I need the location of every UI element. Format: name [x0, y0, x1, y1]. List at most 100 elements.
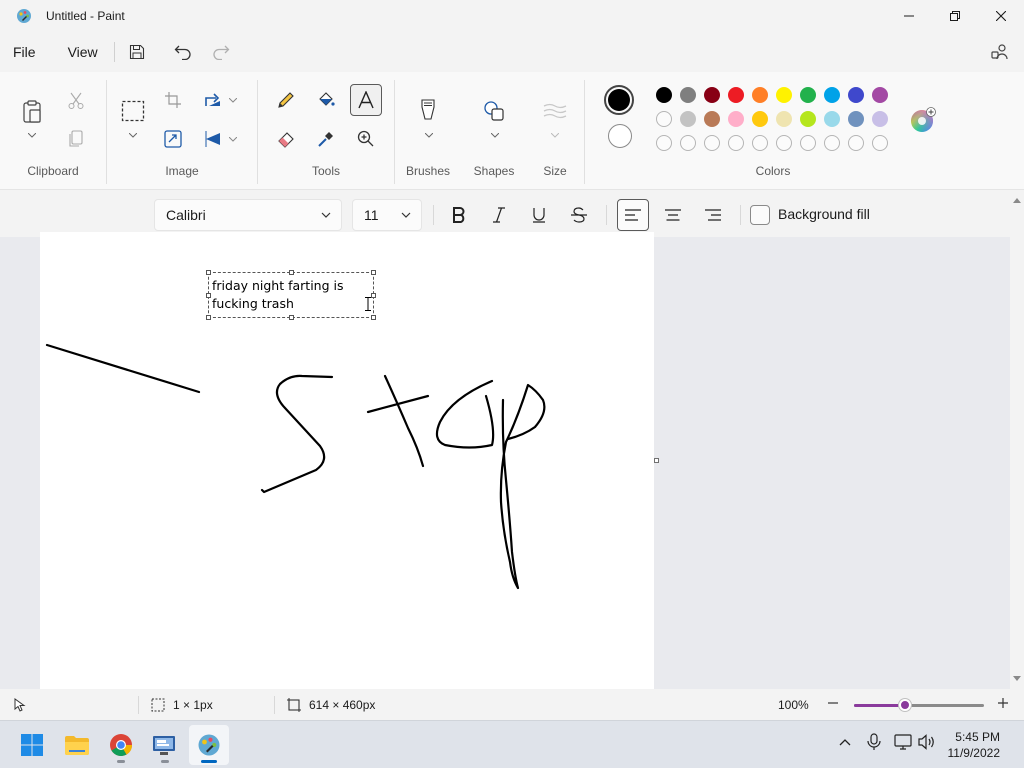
file-menu[interactable]: File [3, 38, 46, 66]
chrome-button[interactable] [101, 725, 141, 765]
clock[interactable]: 5:45 PM 11/9/2022 [948, 729, 1001, 761]
color-swatch[interactable] [680, 87, 696, 103]
save-button[interactable] [121, 36, 153, 68]
color-swatch[interactable] [776, 87, 792, 103]
close-button[interactable] [978, 0, 1024, 32]
color-swatch[interactable] [704, 111, 720, 127]
text-box[interactable]: friday night farting is fucking trash [206, 270, 376, 320]
bold-button[interactable] [443, 199, 475, 231]
zoom-in-button[interactable] [997, 697, 1009, 709]
minimize-button[interactable] [886, 0, 932, 32]
italic-button[interactable] [483, 199, 515, 231]
custom-color-slot[interactable] [728, 135, 744, 151]
text-box-handle[interactable] [371, 293, 376, 298]
scroll-down-icon[interactable] [1013, 675, 1021, 683]
text-box-handle[interactable] [289, 270, 294, 275]
color-swatch[interactable] [656, 87, 672, 103]
font-size-select[interactable]: 11 [352, 199, 422, 231]
select-dropdown[interactable] [128, 130, 138, 140]
align-right-button[interactable] [697, 199, 729, 231]
shapes-dropdown[interactable] [490, 130, 500, 140]
text-box-handle[interactable] [206, 315, 211, 320]
magnifier-button[interactable] [351, 124, 381, 154]
canvas-resize-handle[interactable] [654, 458, 659, 463]
color-swatch[interactable] [824, 87, 840, 103]
brushes-dropdown[interactable] [424, 130, 434, 140]
eraser-button[interactable] [271, 124, 301, 154]
color-swatch[interactable] [848, 87, 864, 103]
color-swatch[interactable] [776, 111, 792, 127]
size-dropdown[interactable] [550, 130, 560, 140]
undo-button[interactable] [167, 36, 199, 68]
cut-button[interactable] [61, 86, 91, 116]
size-button[interactable] [540, 96, 570, 126]
maximize-button[interactable] [932, 0, 978, 32]
secondary-color-button[interactable] [608, 124, 632, 148]
text-box-content[interactable]: friday night farting is fucking trash [212, 277, 362, 313]
rotate-dropdown[interactable] [228, 95, 238, 105]
color-swatch[interactable] [680, 111, 696, 127]
font-family-select[interactable]: Calibri [154, 199, 342, 231]
fill-button[interactable] [311, 85, 341, 115]
color-swatch[interactable] [848, 111, 864, 127]
custom-color-slot[interactable] [800, 135, 816, 151]
text-box-handle[interactable] [206, 293, 211, 298]
select-button[interactable] [118, 96, 148, 126]
custom-color-slot[interactable] [848, 135, 864, 151]
color-swatch[interactable] [800, 87, 816, 103]
custom-color-slot[interactable] [824, 135, 840, 151]
volume-icon[interactable] [918, 734, 936, 750]
color-picker-button[interactable] [311, 124, 341, 154]
custom-color-slot[interactable] [776, 135, 792, 151]
color-swatch[interactable] [824, 111, 840, 127]
resize-button[interactable] [158, 124, 188, 154]
align-center-button[interactable] [657, 199, 689, 231]
primary-color-button[interactable] [604, 85, 634, 115]
paste-dropdown[interactable] [27, 130, 37, 140]
text-box-handle[interactable] [371, 270, 376, 275]
custom-color-slot[interactable] [656, 135, 672, 151]
color-swatch[interactable] [728, 87, 744, 103]
copy-button[interactable] [61, 124, 91, 154]
custom-color-slot[interactable] [704, 135, 720, 151]
color-swatch[interactable] [872, 111, 888, 127]
pencil-button[interactable] [271, 85, 301, 115]
paint-taskbar-button[interactable] [189, 725, 229, 765]
brushes-button[interactable] [413, 96, 443, 126]
color-swatch[interactable] [752, 111, 768, 127]
align-left-button[interactable] [617, 199, 649, 231]
custom-color-slot[interactable] [680, 135, 696, 151]
paste-button[interactable] [17, 96, 47, 126]
text-box-handle[interactable] [206, 270, 211, 275]
scroll-up-icon[interactable] [1013, 197, 1021, 205]
text-button[interactable] [350, 84, 382, 116]
zoom-slider[interactable] [854, 699, 984, 711]
vertical-scrollbar[interactable] [1010, 191, 1024, 689]
redo-button[interactable] [205, 36, 237, 68]
flip-dropdown[interactable] [228, 134, 238, 144]
custom-color-slot[interactable] [872, 135, 888, 151]
flip-button[interactable] [198, 124, 228, 154]
start-button[interactable] [12, 725, 52, 765]
microphone-icon[interactable] [866, 733, 882, 751]
zoom-slider-thumb[interactable] [898, 699, 911, 711]
custom-color-slot[interactable] [752, 135, 768, 151]
custom-color-slot[interactable] [656, 111, 672, 127]
file-explorer-button[interactable] [57, 725, 97, 765]
color-swatch[interactable] [752, 87, 768, 103]
crop-button[interactable] [158, 85, 188, 115]
rotate-button[interactable] [198, 85, 228, 115]
shapes-button[interactable] [479, 96, 509, 126]
edit-colors-button[interactable] [910, 107, 936, 133]
background-fill-checkbox[interactable] [750, 205, 770, 225]
network-icon[interactable] [894, 734, 912, 750]
color-swatch[interactable] [728, 111, 744, 127]
zoom-out-button[interactable] [827, 697, 839, 709]
underline-button[interactable] [523, 199, 555, 231]
view-menu[interactable]: View [58, 38, 108, 66]
text-box-handle[interactable] [289, 315, 294, 320]
color-swatch[interactable] [704, 87, 720, 103]
color-swatch[interactable] [872, 87, 888, 103]
text-box-handle[interactable] [371, 315, 376, 320]
chevron-up-icon[interactable] [838, 735, 852, 749]
